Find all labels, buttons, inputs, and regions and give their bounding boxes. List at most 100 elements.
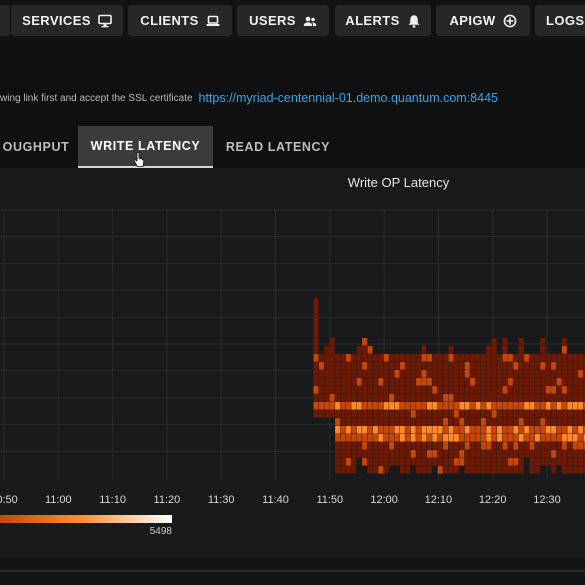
heatmap-cell [540, 418, 546, 426]
heatmap-cell [497, 402, 503, 410]
heatmap-cell [318, 386, 324, 394]
chart-tabs: OUGHPUT WRITE LATENCY READ LATENCY [0, 126, 585, 168]
heatmap-cell [486, 458, 492, 466]
heatmap-cell [497, 378, 503, 386]
heatmap-cell [524, 418, 530, 426]
heatmap-cell [464, 418, 470, 426]
tab-read-latency-label: READ LATENCY [225, 140, 331, 154]
heatmap-cell [389, 362, 395, 370]
heatmap-cell [540, 370, 546, 378]
heatmap-cell [507, 434, 513, 442]
heatmap-cell [556, 386, 562, 394]
ssl-notice-text: wing link first and accept the SSL certi… [0, 93, 193, 104]
heatmap-cell [437, 394, 443, 402]
heatmap-cell [335, 386, 341, 394]
tab-write-latency[interactable]: WRITE LATENCY [78, 126, 213, 168]
heatmap-cell [448, 362, 454, 370]
heatmap-cell [551, 354, 557, 362]
nav-clients-button[interactable]: CLIENTS [128, 5, 232, 36]
heatmap-cell [459, 434, 465, 442]
ssl-link[interactable]: https://myriad-centennial-01.demo.quantu… [199, 91, 498, 105]
heatmap-cell [459, 362, 465, 370]
heatmap-cell [324, 402, 330, 410]
heatmap-cell [351, 402, 357, 410]
heatmap-cell [475, 402, 481, 410]
heatmap-cell [561, 346, 567, 354]
heatmap-cell [313, 394, 319, 402]
heatmap-cell [470, 370, 476, 378]
heatmap-cell [502, 410, 508, 418]
heatmap-cell [443, 402, 449, 410]
heatmap-cell [480, 410, 486, 418]
heatmap-cell [437, 410, 443, 418]
heatmap-cell [524, 402, 530, 410]
heatmap-cell [507, 450, 513, 458]
heatmap-cell [426, 354, 432, 362]
heatmap-cell [378, 394, 384, 402]
nav-services-button[interactable]: SERVICES [11, 5, 123, 36]
heatmap-cell [470, 378, 476, 386]
heatmap-cell [448, 346, 454, 354]
heatmap-cell [378, 354, 384, 362]
nav-alerts-button[interactable]: ALERTS [335, 5, 431, 36]
heatmap-cells [313, 298, 585, 474]
heatmap-cell [567, 354, 573, 362]
nav-logs-button[interactable]: LOGS [535, 5, 585, 36]
heatmap-cell [443, 458, 449, 466]
heatmap-cell [367, 394, 373, 402]
heatmap-cell [372, 370, 378, 378]
heatmap-cell [383, 434, 389, 442]
heatmap-cell [351, 434, 357, 442]
heatmap-cell [529, 402, 535, 410]
heatmap-cell [437, 466, 443, 474]
heatmap-cell [545, 426, 551, 434]
heatmap-cell [437, 354, 443, 362]
heatmap-cell [313, 314, 319, 322]
heatmap-cell [437, 442, 443, 450]
x-tick-label: 11:00 [45, 494, 72, 506]
heatmap-cell [399, 362, 405, 370]
heatmap-cell [416, 354, 422, 362]
nav-apigw-button[interactable]: APIGW [436, 5, 530, 36]
heatmap-cell [351, 410, 357, 418]
heatmap-cell [345, 442, 351, 450]
heatmap-cell [313, 386, 319, 394]
heatmap-cell [367, 370, 373, 378]
heatmap-cell [426, 418, 432, 426]
tab-read-latency[interactable]: READ LATENCY [213, 126, 343, 168]
heatmap-cell [561, 426, 567, 434]
heatmap-cell [453, 450, 459, 458]
heatmap-cell [313, 402, 319, 410]
heatmap-cell [383, 370, 389, 378]
heatmap-cell [497, 418, 503, 426]
heatmap-cell [335, 458, 341, 466]
heatmap-cell [432, 434, 438, 442]
heatmap-cell [426, 442, 432, 450]
heatmap-cell [556, 442, 562, 450]
heatmap-cell [372, 458, 378, 466]
heatmap-cell [345, 450, 351, 458]
heatmap-cell [362, 386, 368, 394]
x-tick-label: 11:20 [154, 494, 181, 506]
heatmap-cell [453, 418, 459, 426]
heatmap-cell [507, 442, 513, 450]
heatmap-cell [378, 466, 384, 474]
heatmap-cell [421, 362, 427, 370]
heatmap-cell [432, 450, 438, 458]
heatmap-cell [383, 426, 389, 434]
nav-users-button[interactable]: USERS [237, 5, 329, 36]
heatmap-cell [459, 426, 465, 434]
heatmap-cell [507, 394, 513, 402]
heatmap-cell [518, 338, 524, 346]
tab-throughput[interactable]: OUGHPUT [0, 126, 75, 168]
heatmap-cell [378, 386, 384, 394]
heatmap-cell [578, 466, 584, 474]
heatmap-cell [534, 418, 540, 426]
heatmap-cell [335, 410, 341, 418]
heatmap-cell [459, 450, 465, 458]
heatmap-cell [475, 434, 481, 442]
heatmap-cell [356, 426, 362, 434]
heatmap-cell [567, 418, 573, 426]
nav-button-partial[interactable] [0, 5, 10, 36]
heatmap-cell [340, 442, 346, 450]
